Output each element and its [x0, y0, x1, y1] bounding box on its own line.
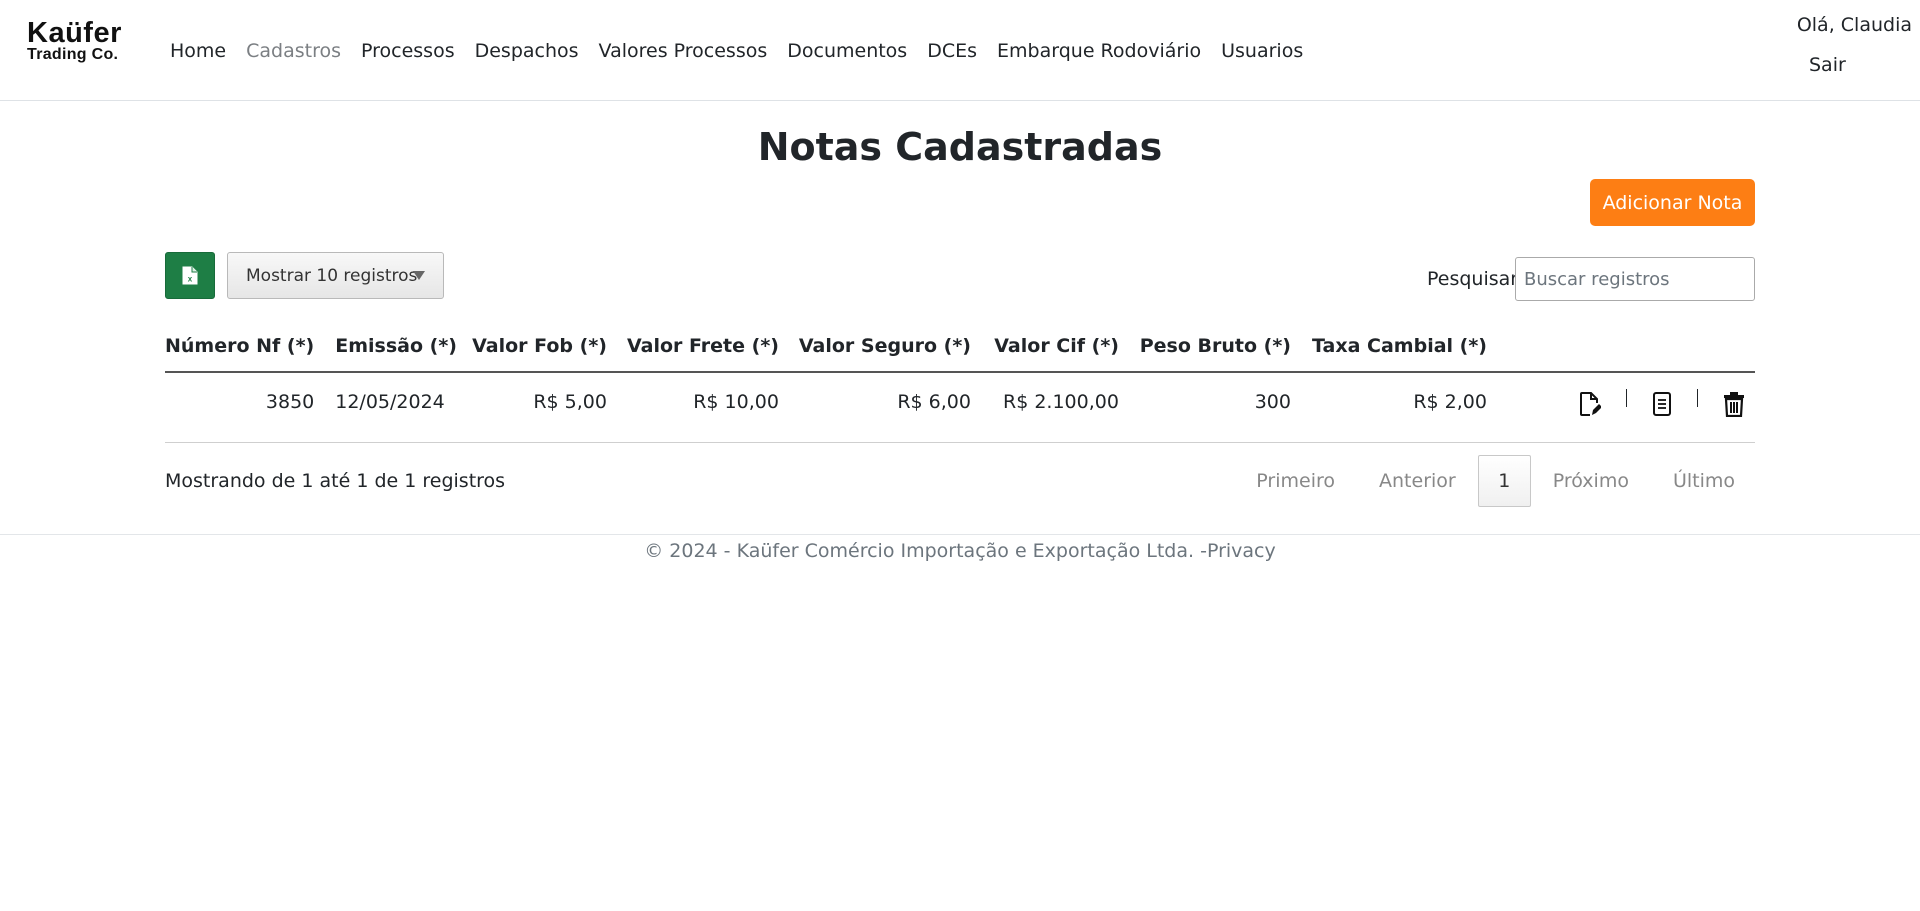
- pagination-last[interactable]: Último: [1651, 470, 1755, 492]
- column-header-peso-bruto[interactable]: Peso Bruto (*): [1128, 320, 1301, 373]
- action-separator: [1626, 389, 1627, 407]
- column-header-valor-fob[interactable]: Valor Fob (*): [466, 320, 617, 373]
- nav-item-cadastros[interactable]: Cadastros: [236, 40, 351, 62]
- document-icon: [1653, 392, 1671, 416]
- excel-icon: x: [182, 266, 198, 285]
- page-title: Notas Cadastradas: [757, 125, 1163, 169]
- table-header-row: Número Nf (*) Emissão (*) Valor Fob (*) …: [165, 320, 1755, 373]
- column-header-numero-nf[interactable]: Número Nf (*): [165, 320, 325, 373]
- action-separator: [1697, 389, 1698, 407]
- main-nav: Home Cadastros Processos Despachos Valor…: [160, 36, 1313, 66]
- pagination-next[interactable]: Próximo: [1531, 470, 1651, 492]
- brand-name: Kaüfer: [27, 17, 122, 49]
- column-header-valor-seguro[interactable]: Valor Seguro (*): [788, 320, 981, 373]
- column-header-valor-frete[interactable]: Valor Frete (*): [616, 320, 789, 373]
- table-row: 3850 12/05/2024 R$ 5,00 R$ 10,00 R$ 6,00…: [165, 372, 1755, 443]
- cell-peso-bruto: 300: [1128, 372, 1301, 443]
- delete-button[interactable]: [1723, 391, 1745, 417]
- table-info: Mostrando de 1 até 1 de 1 registros: [165, 470, 506, 492]
- edit-button[interactable]: [1579, 391, 1601, 417]
- column-header-taxa-cambial[interactable]: Taxa Cambial (*): [1300, 320, 1497, 373]
- page-length-label: Mostrar 10 registros: [246, 265, 418, 286]
- pagination-previous[interactable]: Anterior: [1357, 470, 1478, 492]
- cell-actions: [1496, 372, 1755, 443]
- nav-item-despachos[interactable]: Despachos: [465, 40, 589, 62]
- pagination-current-page[interactable]: 1: [1477, 455, 1531, 507]
- nav-item-usuarios[interactable]: Usuarios: [1211, 40, 1313, 62]
- nav-item-processos[interactable]: Processos: [351, 40, 465, 62]
- logout-link[interactable]: Sair: [1809, 54, 1846, 76]
- nav-item-dces[interactable]: DCEs: [917, 40, 987, 62]
- caret-down-icon: [413, 271, 425, 280]
- add-nota-button[interactable]: Adicionar Nota: [1590, 179, 1755, 226]
- top-navbar: Kaüfer Trading Co. Home Cadastros Proces…: [0, 0, 1920, 101]
- nav-item-documentos[interactable]: Documentos: [777, 40, 917, 62]
- pagination: Primeiro Anterior 1 Próximo Último: [1234, 455, 1755, 507]
- cell-taxa-cambial: R$ 2,00: [1300, 372, 1497, 443]
- page-length-select[interactable]: Mostrar 10 registros: [227, 252, 444, 299]
- column-header-emissao[interactable]: Emissão (*): [324, 320, 467, 373]
- export-excel-button[interactable]: x: [165, 252, 215, 299]
- details-button[interactable]: [1652, 391, 1672, 417]
- brand-subtitle: Trading Co.: [27, 46, 119, 63]
- edit-icon: [1580, 392, 1601, 416]
- search-label: Pesquisar: [1427, 268, 1519, 290]
- brand-logo[interactable]: Kaüfer Trading Co.: [27, 18, 137, 63]
- column-header-valor-cif[interactable]: Valor Cif (*): [980, 320, 1129, 373]
- privacy-link[interactable]: Privacy: [1207, 540, 1276, 562]
- pagination-first[interactable]: Primeiro: [1234, 470, 1357, 492]
- footer: © 2024 - Kaüfer Comércio Importação e Ex…: [0, 534, 1920, 594]
- notas-table: Número Nf (*) Emissão (*) Valor Fob (*) …: [165, 320, 1755, 443]
- nav-item-home[interactable]: Home: [160, 40, 236, 62]
- cell-emissao: 12/05/2024: [324, 372, 467, 443]
- nav-item-valores-processos[interactable]: Valores Processos: [589, 40, 778, 62]
- cell-valor-cif: R$ 2.100,00: [980, 372, 1129, 443]
- trash-icon: [1724, 392, 1744, 417]
- cell-valor-seguro: R$ 6,00: [788, 372, 981, 443]
- svg-text:x: x: [188, 275, 193, 284]
- column-header-actions: [1496, 320, 1755, 373]
- nav-item-embarque-rodoviario[interactable]: Embarque Rodoviário: [987, 40, 1211, 62]
- cell-valor-fob: R$ 5,00: [466, 372, 617, 443]
- user-greeting: Olá, Claudia: [1796, 14, 1912, 36]
- footer-copyright: © 2024 - Kaüfer Comércio Importação e Ex…: [644, 540, 1207, 562]
- cell-valor-frete: R$ 10,00: [616, 372, 789, 443]
- cell-numero-nf: 3850: [165, 372, 325, 443]
- search-input[interactable]: [1515, 257, 1755, 301]
